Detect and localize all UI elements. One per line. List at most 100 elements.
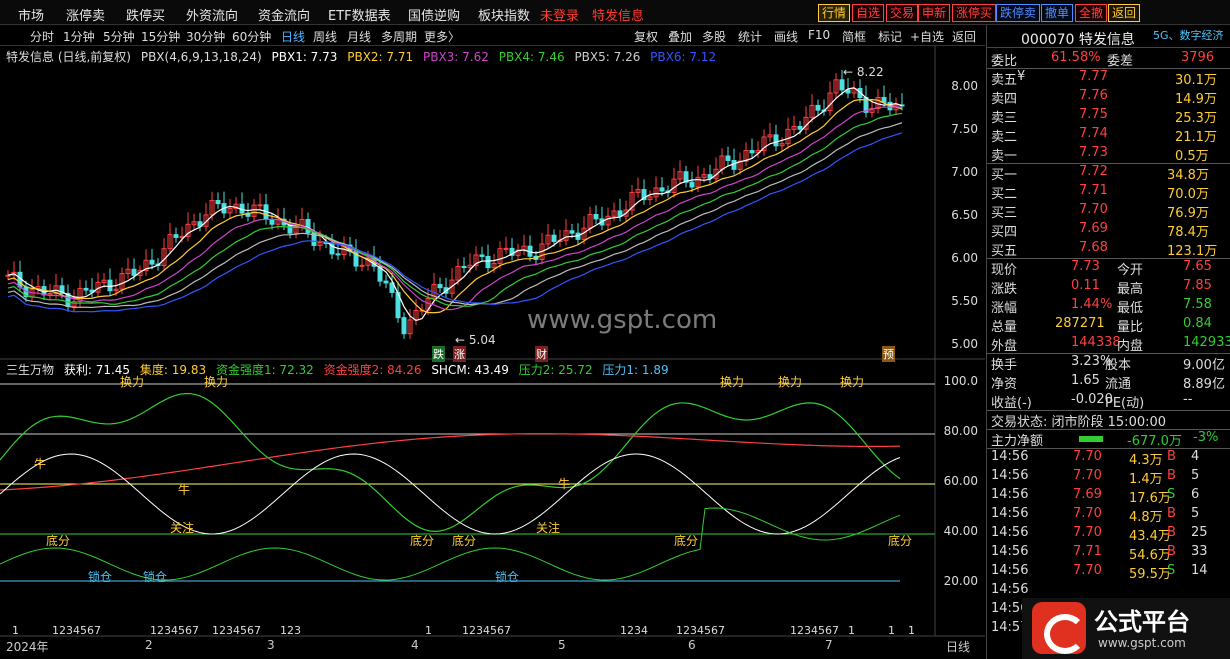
menu-1[interactable]: 涨停卖 <box>66 5 105 24</box>
candle-body <box>593 213 599 220</box>
quote-row-1: 涨跌 0.11 最高 7.85 <box>987 277 1230 297</box>
tool-btn-9[interactable]: 返回 <box>952 28 976 45</box>
menu-8[interactable]: 未登录 <box>540 5 579 24</box>
ask-row-1: 卖四 7.76 14.9万 <box>987 87 1230 107</box>
candle-body <box>215 200 221 205</box>
bid-row-1-cell: 7.71 <box>1079 183 1108 198</box>
state-row-cell: 交易状态: 闭市阶段 15:00:00 <box>991 415 1167 430</box>
quote-row-1-cell: 涨跌 <box>991 282 1018 297</box>
period-tab-0[interactable]: 分时 <box>30 28 54 45</box>
flow-row: 主力净额 -677.0万 -3% <box>987 429 1230 449</box>
period-tab-1[interactable]: 1分钟 <box>63 28 95 45</box>
sub-label-6: 底分 <box>410 534 435 548</box>
toolbar-btn-1[interactable]: 自选 <box>852 4 885 22</box>
tick-row-5-cell: 7.71 <box>1073 544 1102 559</box>
event-mark-0[interactable]: 跌 <box>432 346 445 362</box>
x-tick-7: 日线 <box>946 640 971 654</box>
stat-row-1: 净资 1.65 流通 8.89亿 <box>987 372 1230 392</box>
count-label-1: 1234567 <box>52 624 101 637</box>
stat-row-1-cell: 流通 <box>1105 377 1132 392</box>
toolbar-btn-8[interactable]: 返回 <box>1108 4 1141 22</box>
tool-btn-8[interactable]: +自选 <box>910 28 944 45</box>
period-tab-2[interactable]: 5分钟 <box>103 28 135 45</box>
toolbar-btn-5[interactable]: 跌停卖 <box>996 4 1041 22</box>
concept-tag[interactable]: 5G、数字经济 <box>1153 27 1224 43</box>
toolbar-btn-6[interactable]: 撤单 <box>1041 4 1074 22</box>
quote-panel: 000070 特发信息 5G、数字经济 委比 61.58% 委差 3796 卖五 ¥7.7… <box>986 25 1230 659</box>
menu-4[interactable]: 资金流向 <box>258 5 310 24</box>
bid-row-0-cell: 34.8万 <box>1167 168 1209 183</box>
tool-btn-4[interactable]: 画线 <box>774 28 798 45</box>
bid-row-1: 买二 7.71 70.0万 <box>987 182 1230 202</box>
menu-3[interactable]: 外资流向 <box>186 5 238 24</box>
price-tick-4: 6.00 <box>951 251 978 265</box>
period-tab-8[interactable]: 月线 <box>347 28 371 45</box>
tick-row-1-cell: 5 <box>1191 468 1200 483</box>
count-label-9: 1234567 <box>790 624 839 637</box>
stat-row-0-cell: 换手 <box>991 358 1018 373</box>
quote-row-4-cell: 外盘 <box>991 339 1018 354</box>
tool-btn-0[interactable]: 复权 <box>634 28 658 45</box>
tool-btn-7[interactable]: 标记 <box>878 28 902 45</box>
toolbar-btn-2[interactable]: 交易 <box>886 4 919 22</box>
count-label-0: 1 <box>12 624 19 637</box>
tool-btn-2[interactable]: 多股 <box>702 28 726 45</box>
period-tab-9[interactable]: 多周期 <box>381 28 417 45</box>
period-tab-10[interactable]: 更多〉 <box>424 28 460 45</box>
quote-row-0-cell: 7.73 <box>1071 259 1100 274</box>
tool-btn-6[interactable]: 简框 <box>842 28 866 45</box>
count-label-12: 1 <box>908 624 915 637</box>
ask-row-2-cell: 7.75 <box>1079 107 1108 122</box>
count-label-3: 1234567 <box>212 624 261 637</box>
menu-7[interactable]: 板块指数 <box>478 5 530 24</box>
bid-row-2-cell: 7.70 <box>1079 202 1108 217</box>
candle-body <box>485 255 491 269</box>
menu-6[interactable]: 国债逆购 <box>408 5 460 24</box>
price-mark-1: ← 5.04 <box>455 333 496 347</box>
stat-row-1-cell: 净资 <box>991 377 1018 392</box>
period-tab-7[interactable]: 周线 <box>313 28 337 45</box>
candle-body <box>725 155 731 161</box>
top-menu-bar: 市场 涨停卖 跌停买 外资流向 资金流向 ETF数据表 国债逆购 板块指数 未登录 特发信息 行情自… <box>0 0 1230 25</box>
quote-row-0-cell: 现价 <box>991 263 1018 278</box>
event-mark-3[interactable]: 预 <box>882 346 895 362</box>
candle-body <box>479 254 485 257</box>
period-tab-6[interactable]: 日线 <box>281 28 305 45</box>
event-mark-1[interactable]: 涨 <box>453 346 466 362</box>
state-row: 交易状态: 闭市阶段 15:00:00 <box>987 410 1230 430</box>
tick-row-4-cell: 43.4万 <box>1129 529 1171 544</box>
period-tab-4[interactable]: 30分钟 <box>186 28 225 45</box>
sub-tick-4: 20.00 <box>943 574 978 588</box>
toolbar-btn-3[interactable]: 申新 <box>918 4 951 22</box>
period-tab-3[interactable]: 15分钟 <box>141 28 180 45</box>
count-label-7: 1234 <box>620 624 648 637</box>
event-mark-2[interactable]: 财 <box>535 346 548 362</box>
menu-5[interactable]: ETF数据表 <box>328 5 391 24</box>
ask-row-0-cell: 卖五 <box>991 73 1018 88</box>
menu-2[interactable]: 跌停买 <box>126 5 165 24</box>
pbx-line-6 <box>7 132 903 313</box>
menu-9[interactable]: 特发信息 <box>592 5 644 24</box>
ask-row-4: 卖一 7.73 0.5万 <box>987 144 1230 164</box>
logo-icon <box>1032 602 1086 654</box>
menu-0[interactable]: 市场 <box>18 5 44 24</box>
toolbar-btn-0[interactable]: 行情 <box>818 4 851 22</box>
bid-row-0-cell: 7.72 <box>1079 164 1108 179</box>
sub-red-line <box>0 433 901 491</box>
x-tick-0: 2024年 <box>6 640 49 654</box>
app-window: 市场 涨停卖 跌停买 外资流向 资金流向 ETF数据表 国债逆购 板块指数 未登录 特发信息 行情自… <box>0 0 1230 659</box>
toolbar-btn-4[interactable]: 涨停买 <box>952 4 997 22</box>
tick-row-0-cell: 14:56 <box>991 449 1029 464</box>
candle-body <box>401 317 407 335</box>
candle-body <box>815 104 821 111</box>
stat-row-0: 换手 3.23% 股本 9.00亿 <box>987 353 1230 373</box>
tool-btn-3[interactable]: 统计 <box>738 28 762 45</box>
period-tab-5[interactable]: 60分钟 <box>232 28 271 45</box>
tool-btn-5[interactable]: F10 <box>808 28 830 42</box>
toolbar-btn-7[interactable]: 全撤 <box>1075 4 1108 22</box>
quote-row-4-cell: 内盘 <box>1117 339 1144 354</box>
ask-row-1-cell: 14.9万 <box>1175 92 1217 107</box>
price-mark-0: ← 8.22 <box>843 65 884 79</box>
tool-btn-1[interactable]: 叠加 <box>668 28 692 45</box>
count-label-8: 1234567 <box>676 624 725 637</box>
